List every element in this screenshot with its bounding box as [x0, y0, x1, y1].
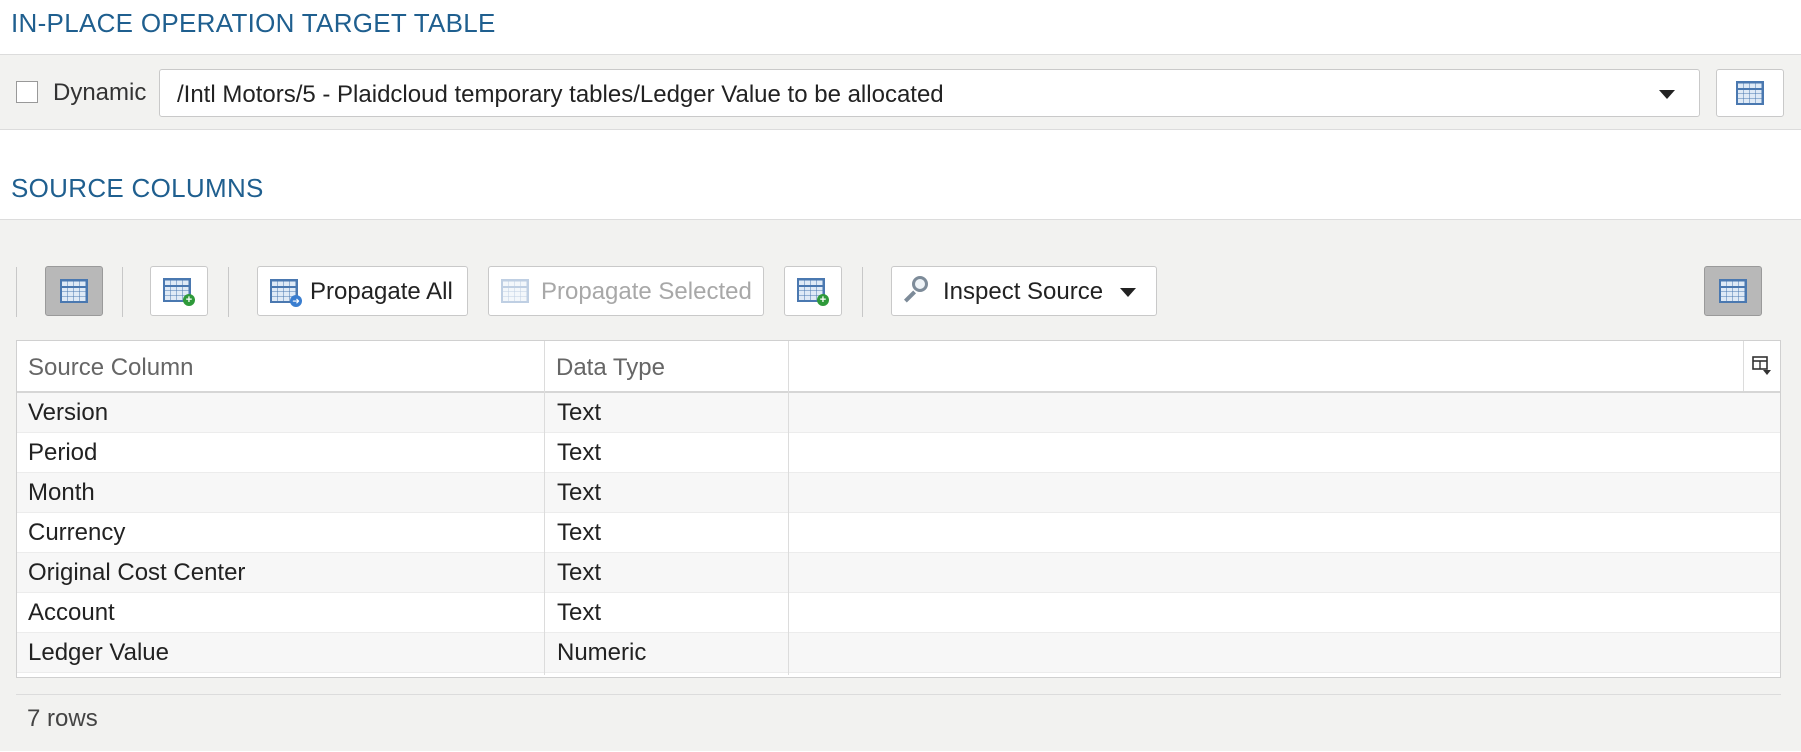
grid-body: Version Text Period Text Month Text Curr… — [17, 393, 1780, 675]
table-row[interactable]: Original Cost Center Text — [17, 553, 1780, 593]
cell-data-type: Text — [557, 519, 602, 546]
table-row[interactable]: Account Text — [17, 593, 1780, 633]
table-row[interactable]: Period Text — [17, 433, 1780, 473]
grid-header: Source Column Data Type — [17, 341, 1780, 393]
inspect-source-button[interactable]: Inspect Source — [891, 266, 1157, 316]
header-data-type[interactable]: Data Type — [556, 354, 665, 382]
propagate-all-label: Propagate All — [310, 278, 453, 305]
target-table-panel: Dynamic /Intl Motors/5 - Plaidcloud temp… — [0, 54, 1801, 130]
column-divider[interactable] — [544, 341, 545, 675]
source-columns-grid: Source Column Data Type Version Text Per… — [16, 340, 1781, 678]
source-toolbar: + ➜ Propagate All Propagate Selected + I… — [16, 243, 1781, 340]
cell-source-column: Version — [28, 399, 109, 426]
header-source-column[interactable]: Source Column — [28, 354, 193, 382]
cell-source-column: Month — [28, 479, 95, 506]
cell-source-column: Account — [28, 599, 115, 626]
table-row[interactable]: Currency Text — [17, 513, 1780, 553]
table-preview-button[interactable] — [1716, 69, 1784, 117]
cell-data-type: Text — [557, 399, 602, 426]
propagate-selected-label: Propagate Selected — [541, 278, 752, 305]
cell-source-column: Currency — [28, 519, 126, 546]
propagate-selected-icon — [501, 279, 529, 303]
toolbar-separator — [862, 267, 863, 317]
table-row[interactable]: Ledger Value Numeric — [17, 633, 1780, 673]
cell-source-column: Ledger Value — [28, 639, 169, 666]
target-table-value: /Intl Motors/5 - Plaidcloud temporary ta… — [177, 81, 944, 108]
toolbar-separator — [16, 267, 17, 317]
column-chooser-button[interactable] — [1743, 341, 1780, 391]
dynamic-checkbox[interactable] — [16, 81, 38, 103]
column-chooser-icon — [1752, 356, 1771, 375]
target-section-title: IN-PLACE OPERATION TARGET TABLE — [11, 8, 496, 38]
cell-data-type: Text — [557, 559, 602, 586]
grid-layout-button[interactable] — [1704, 266, 1762, 316]
toggle-table-view-button[interactable] — [45, 266, 103, 316]
arrow-right-icon: ➜ — [290, 295, 302, 307]
column-divider[interactable] — [788, 341, 789, 675]
add-row-button[interactable]: + — [784, 266, 842, 316]
table-row[interactable]: Month Text — [17, 473, 1780, 513]
source-section-title: SOURCE COLUMNS — [11, 173, 264, 203]
table-row[interactable]: Version Text — [17, 393, 1780, 433]
source-columns-panel: + ➜ Propagate All Propagate Selected + I… — [0, 219, 1801, 751]
toolbar-separator — [228, 267, 229, 317]
cell-data-type: Text — [557, 439, 602, 466]
cell-data-type: Text — [557, 599, 602, 626]
magnifier-icon — [912, 276, 928, 292]
table-icon — [1719, 279, 1747, 303]
cell-source-column: Original Cost Center — [28, 559, 246, 586]
cell-source-column: Period — [28, 439, 98, 466]
inspect-source-label: Inspect Source — [943, 278, 1104, 305]
toolbar-separator — [122, 267, 123, 317]
chevron-down-icon — [1120, 288, 1136, 297]
chevron-down-icon — [1659, 90, 1675, 99]
target-table-select[interactable]: /Intl Motors/5 - Plaidcloud temporary ta… — [159, 69, 1700, 117]
table-icon — [60, 279, 88, 303]
propagate-all-button[interactable]: ➜ Propagate All — [257, 266, 468, 316]
plus-icon: + — [183, 294, 195, 306]
plus-icon: + — [817, 294, 829, 306]
row-count: 7 rows — [27, 705, 98, 732]
cell-data-type: Numeric — [557, 639, 647, 666]
table-icon — [1736, 81, 1764, 105]
magnifier-handle — [903, 290, 917, 303]
grid-footer: 7 rows — [16, 694, 1781, 752]
dynamic-label: Dynamic — [53, 79, 147, 106]
cell-data-type: Text — [557, 479, 602, 506]
add-column-button[interactable]: + — [150, 266, 208, 316]
propagate-selected-button[interactable]: Propagate Selected — [488, 266, 764, 316]
